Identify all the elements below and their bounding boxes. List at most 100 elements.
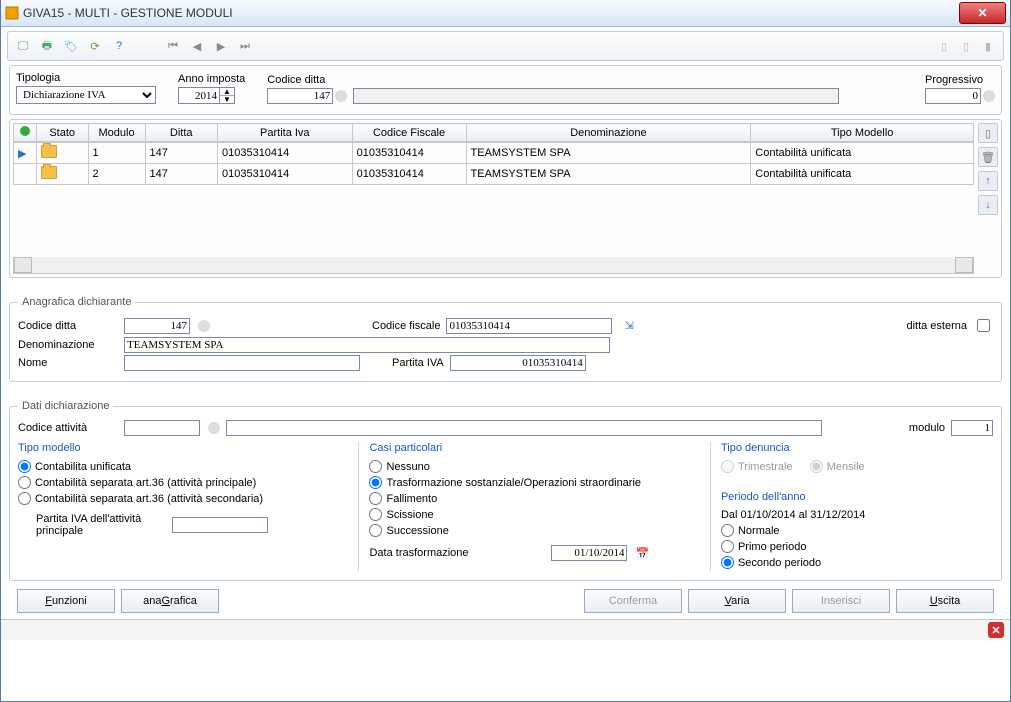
anno-label: Anno imposta	[178, 73, 245, 85]
caso-successione-radio[interactable]	[369, 524, 382, 537]
ditta-esterna-checkbox[interactable]	[977, 319, 990, 332]
cell-cf: 01035310414	[352, 164, 466, 185]
lookup-icon[interactable]	[198, 320, 210, 332]
conferma-button: Conferma	[584, 589, 682, 613]
footer: FFunzioniunzioni anaGrafica Conferma Var…	[9, 585, 1002, 617]
doc1-icon[interactable]: ▯	[935, 37, 953, 55]
col-den[interactable]: Denominazione	[466, 124, 751, 142]
denuncia-title: Tipo denuncia	[721, 442, 993, 454]
cell-modulo: 1	[88, 143, 145, 164]
table-row[interactable]: 2 147 01035310414 01035310414 TEAMSYSTEM…	[14, 164, 974, 185]
uscita-button[interactable]: Uscita	[896, 589, 994, 613]
horizontal-scrollbar[interactable]	[13, 257, 974, 274]
ad-nome-label: Nome	[18, 357, 118, 369]
screen-icon[interactable]: 🖵	[14, 37, 32, 55]
print-icon[interactable]: 🖶	[38, 37, 56, 55]
codice-attivita-input[interactable]	[124, 420, 200, 436]
tipologia-select[interactable]: Dichiarazione IVA	[16, 86, 156, 104]
ad-cf-label: Codice fiscale	[372, 320, 440, 332]
cell-den: TEAMSYSTEM SPA	[466, 164, 751, 185]
toolbar: 🖵 🖶 🏷 ⟳ ? ⏮ ◀ ▶ ⏭ ▯ ▯ ▮	[7, 31, 1004, 61]
expand-icon[interactable]: ⇲	[624, 319, 633, 332]
lookup-icon[interactable]	[208, 422, 220, 434]
help-icon[interactable]: ?	[110, 37, 128, 55]
cell-ditta: 147	[145, 164, 217, 185]
modulo-label: modulo	[909, 422, 945, 434]
ad-piva-input[interactable]	[450, 355, 586, 371]
per-secondo-radio[interactable]	[721, 556, 734, 569]
dich-legend: Dati dichiarazione	[18, 400, 113, 412]
row-selector	[14, 164, 37, 185]
ad-codice-ditta-input[interactable]	[124, 318, 190, 334]
ad-den-input[interactable]	[124, 337, 610, 353]
tm-sep-sec-radio[interactable]	[18, 492, 31, 505]
codice-ditta-input[interactable]	[267, 88, 333, 104]
ad-den-label: Denominazione	[18, 339, 118, 351]
data-trasf-input[interactable]	[551, 545, 627, 561]
progressivo-input[interactable]	[925, 88, 981, 104]
anno-input[interactable]	[178, 87, 220, 104]
statusbar: ✕	[1, 619, 1010, 640]
funzioni-button[interactable]: FFunzioniunzioni	[17, 589, 115, 613]
filters-panel: Tipologia Dichiarazione IVA Anno imposta…	[9, 65, 1002, 115]
cell-piva: 01035310414	[217, 164, 352, 185]
desc-attivita-input[interactable]	[226, 420, 822, 436]
col-tm[interactable]: Tipo Modello	[751, 124, 974, 142]
tm-piva-input[interactable]	[172, 517, 268, 533]
move-down-icon[interactable]: ↓	[978, 195, 998, 215]
ad-nome-input[interactable]	[124, 355, 360, 371]
col-modulo[interactable]: Modulo	[88, 124, 145, 142]
move-up-icon[interactable]: ↑	[978, 171, 998, 191]
per-normale-radio[interactable]	[721, 524, 734, 537]
ad-codice-ditta-label: Codice ditta	[18, 320, 118, 332]
cell-den: TEAMSYSTEM SPA	[466, 143, 751, 164]
tm-unificata-radio[interactable]	[18, 460, 31, 473]
periodo-range: Dal 01/10/2014 al 31/12/2014	[721, 509, 993, 521]
first-icon[interactable]: ⏮	[164, 37, 182, 55]
doc3-icon[interactable]: ▮	[979, 37, 997, 55]
modules-table[interactable]: Stato Modulo Ditta Partita Iva Codice Fi…	[13, 123, 974, 142]
calendar-icon[interactable]: 📅	[635, 547, 649, 560]
tag-icon[interactable]: 🏷	[62, 37, 80, 55]
lookup-icon[interactable]	[983, 90, 995, 102]
next-icon[interactable]: ▶	[212, 37, 230, 55]
cell-ditta: 147	[145, 143, 217, 164]
lookup-icon[interactable]	[335, 90, 347, 102]
last-icon[interactable]: ⏭	[236, 37, 254, 55]
inserisci-button: Inserisci	[792, 589, 890, 613]
caso-opt5: Successione	[386, 525, 448, 537]
tm-sep-princ-radio[interactable]	[18, 476, 31, 489]
error-icon[interactable]: ✕	[988, 622, 1004, 638]
titlebar: GIVA15 - MULTI - GESTIONE MODULI ✕	[1, 0, 1010, 27]
col-ditta[interactable]: Ditta	[145, 124, 217, 142]
caso-trasf-radio[interactable]	[369, 476, 382, 489]
modulo-input[interactable]	[951, 420, 993, 436]
caso-nessuno-radio[interactable]	[369, 460, 382, 473]
col-stato[interactable]: Stato	[36, 124, 88, 142]
doc2-icon[interactable]: ▯	[957, 37, 975, 55]
ad-cf-input[interactable]	[446, 318, 612, 334]
cell-stato	[36, 143, 88, 164]
delete-row-icon[interactable]: 🗑	[978, 147, 998, 167]
tipo-modello-title: Tipo modello	[18, 442, 350, 454]
varia-button[interactable]: Varia	[688, 589, 786, 613]
col-flag[interactable]	[14, 124, 37, 142]
prev-icon[interactable]: ◀	[188, 37, 206, 55]
data-trasf-label: Data trasformazione	[369, 547, 499, 559]
table-row[interactable]: ▶ 1 147 01035310414 01035310414 TEAMSYST…	[14, 143, 974, 164]
close-button[interactable]: ✕	[959, 2, 1006, 24]
refresh-icon[interactable]: ⟳	[86, 37, 104, 55]
dichiarazione-fieldset: Dati dichiarazione Codice attività modul…	[9, 400, 1002, 581]
tm-piva-label: Partita IVA dell'attività principale	[36, 513, 166, 537]
grid-panel: Stato Modulo Ditta Partita Iva Codice Fi…	[9, 119, 1002, 278]
per-primo-radio[interactable]	[721, 540, 734, 553]
caso-scissione-radio[interactable]	[369, 508, 382, 521]
col-cf[interactable]: Codice Fiscale	[352, 124, 466, 142]
col-piva[interactable]: Partita Iva	[217, 124, 352, 142]
anno-down[interactable]: ▼	[220, 96, 234, 103]
new-row-icon[interactable]: ▯	[978, 123, 998, 143]
caso-fallimento-radio[interactable]	[369, 492, 382, 505]
anagrafica-button[interactable]: anaGrafica	[121, 589, 219, 613]
codice-ditta-label: Codice ditta	[267, 74, 839, 86]
progressivo-label: Progressivo	[925, 74, 995, 86]
